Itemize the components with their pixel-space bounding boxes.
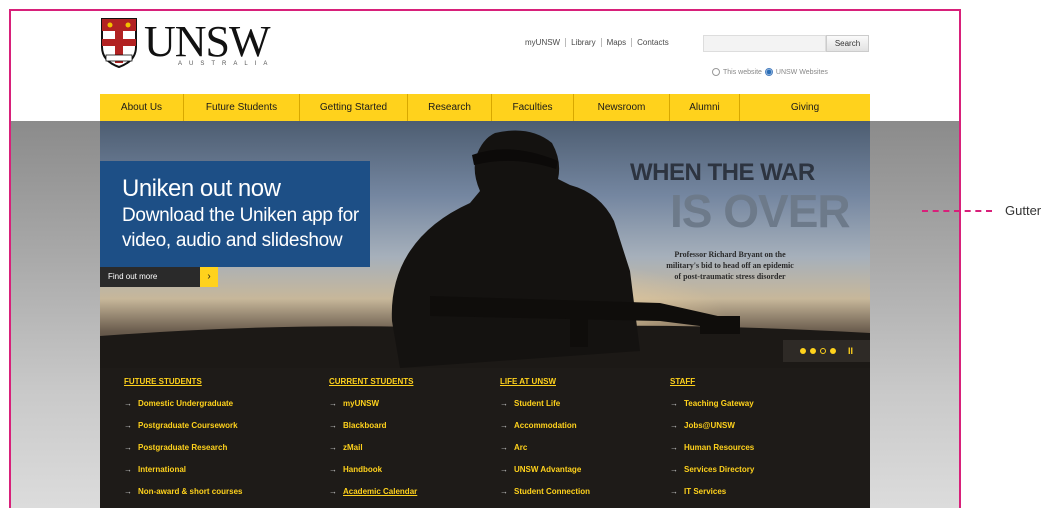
list-item[interactable]: → Services Directory: [670, 465, 754, 487]
column-heading[interactable]: STAFF: [670, 377, 754, 399]
column-heading[interactable]: CURRENT STUDENTS: [329, 377, 417, 399]
arrow-right-icon: →: [500, 465, 508, 474]
toplink-maps[interactable]: Maps: [602, 38, 633, 47]
scope-radio-this-website[interactable]: [712, 68, 720, 76]
arrow-right-icon: →: [124, 465, 132, 474]
search-scope: This website UNSW Websites: [712, 68, 828, 76]
slider-controls: II: [783, 340, 870, 362]
arrow-right-icon: →: [670, 421, 678, 430]
list-item[interactable]: → myUNSW: [329, 399, 417, 421]
list-item[interactable]: → IT Services: [670, 487, 754, 508]
list-item[interactable]: → Accommodation: [500, 421, 590, 443]
logo-subtext: AUSTRALIA: [178, 61, 275, 67]
promo-title: Uniken out now: [122, 175, 281, 202]
links-column-life-at-unsw: LIFE AT UNSW → Student Life → Accommodatio…: [500, 377, 590, 508]
caption-line-3: of post-traumatic stress disorder: [674, 272, 786, 281]
headline-caption: Professor Richard Bryant on the military…: [640, 249, 820, 282]
column-heading[interactable]: LIFE AT UNSW: [500, 377, 590, 399]
list-item[interactable]: → Arc: [500, 443, 590, 465]
headline-line-2: IS OVER: [670, 185, 851, 237]
list-item[interactable]: → zMail: [329, 443, 417, 465]
arrow-right-icon: →: [329, 421, 337, 430]
toplink-myunsw[interactable]: myUNSW: [520, 38, 567, 47]
utility-links: myUNSW Library Maps Contacts: [520, 38, 674, 47]
toplink-library[interactable]: Library: [566, 38, 602, 47]
nav-giving[interactable]: Giving: [740, 94, 870, 121]
gutter-dashed-line: [922, 210, 992, 212]
list-item[interactable]: → International: [124, 465, 242, 487]
scope-radio-unsw-websites[interactable]: [764, 68, 773, 76]
arrow-right-icon: →: [670, 465, 678, 474]
headline-line-1: WHEN THE WAR: [630, 159, 815, 186]
arrow-right-icon: →: [670, 443, 678, 452]
scope-label-unsw-websites: UNSW Websites: [775, 68, 828, 76]
arrow-right-icon: →: [670, 487, 678, 496]
slide-dot-1[interactable]: [799, 348, 806, 354]
logo-wordmark: UNSW: [144, 17, 271, 66]
links-column-future-students: FUTURE STUDENTS → Domestic Undergraduate …: [124, 377, 242, 508]
list-item[interactable]: → Domestic Undergraduate: [124, 399, 242, 421]
nav-newsroom[interactable]: Newsroom: [574, 94, 670, 121]
list-item[interactable]: → Postgraduate Coursework: [124, 421, 242, 443]
list-item[interactable]: → Handbook: [329, 465, 417, 487]
arrow-right-icon: →: [124, 443, 132, 452]
arrow-right-icon: →: [329, 399, 337, 408]
nav-about-us[interactable]: About Us: [100, 94, 184, 121]
arrow-right-icon: →: [500, 421, 508, 430]
list-item[interactable]: → Student Connection: [500, 487, 590, 508]
list-item[interactable]: → UNSW Advantage: [500, 465, 590, 487]
column-heading[interactable]: FUTURE STUDENTS: [124, 377, 242, 399]
pause-icon[interactable]: II: [848, 346, 853, 356]
find-out-more-button[interactable]: Find out more: [100, 267, 200, 287]
chevron-right-icon[interactable]: ›: [200, 267, 218, 287]
arrow-right-icon: →: [670, 399, 678, 408]
arrow-right-icon: →: [329, 487, 337, 496]
quick-links-panel: FUTURE STUDENTS → Domestic Undergraduate …: [100, 368, 870, 508]
list-item[interactable]: → Non-award & short courses: [124, 487, 242, 508]
arrow-right-icon: →: [124, 399, 132, 408]
hero-banner[interactable]: Uniken out now Download the Uniken app f…: [100, 121, 870, 368]
links-column-current-students: CURRENT STUDENTS → myUNSW → Blackboard → zM…: [329, 377, 417, 508]
arrow-right-icon: →: [500, 399, 508, 408]
links-column-staff: STAFF → Teaching Gateway → Jobs@UNSW → Huma…: [670, 377, 754, 508]
slide-dot-2[interactable]: [809, 348, 816, 354]
nav-alumni[interactable]: Alumni: [670, 94, 740, 121]
promo-box[interactable]: Uniken out now Download the Uniken app f…: [100, 161, 370, 267]
page-canvas: UNSW AUSTRALIA myUNSW Library Maps Conta…: [0, 0, 1063, 508]
toplink-contacts[interactable]: Contacts: [632, 38, 674, 47]
arrow-right-icon: →: [124, 487, 132, 496]
search-input[interactable]: [703, 35, 826, 52]
list-item[interactable]: → Blackboard: [329, 421, 417, 443]
list-item[interactable]: → Postgraduate Research: [124, 443, 242, 465]
list-item[interactable]: → Teaching Gateway: [670, 399, 754, 421]
slide-dot-4[interactable]: [829, 348, 836, 354]
caption-line-1: Professor Richard Bryant on the: [674, 250, 786, 259]
arrow-right-icon: →: [329, 465, 337, 474]
nav-getting-started[interactable]: Getting Started: [300, 94, 408, 121]
list-item[interactable]: → Human Resources: [670, 443, 754, 465]
crest-icon: [101, 18, 137, 69]
arrow-right-icon: →: [500, 443, 508, 452]
gutter-label: Gutter: [1005, 203, 1042, 218]
nav-future-students[interactable]: Future Students: [184, 94, 300, 121]
unsw-logo[interactable]: UNSW AUSTRALIA: [100, 17, 290, 77]
nav-research[interactable]: Research: [408, 94, 492, 121]
promo-body-line-2: video, audio and slideshow: [122, 230, 343, 251]
list-item[interactable]: → Jobs@UNSW: [670, 421, 754, 443]
arrow-right-icon: →: [124, 421, 132, 430]
nav-faculties[interactable]: Faculties: [492, 94, 574, 121]
arrow-right-icon: →: [329, 443, 337, 452]
promo-body-line-1: Download the Uniken app for: [122, 205, 359, 226]
main-nav: About Us Future Students Getting Started…: [100, 94, 870, 121]
scope-label-this-website: This website: [723, 68, 762, 76]
search-button[interactable]: Search: [826, 35, 869, 52]
arrow-right-icon: →: [500, 487, 508, 496]
slide-dot-3[interactable]: [819, 348, 826, 354]
list-item[interactable]: → Academic Calendar: [329, 487, 417, 508]
list-item[interactable]: → Student Life: [500, 399, 590, 421]
caption-line-2: military's bid to head off an epidemic: [666, 261, 794, 270]
